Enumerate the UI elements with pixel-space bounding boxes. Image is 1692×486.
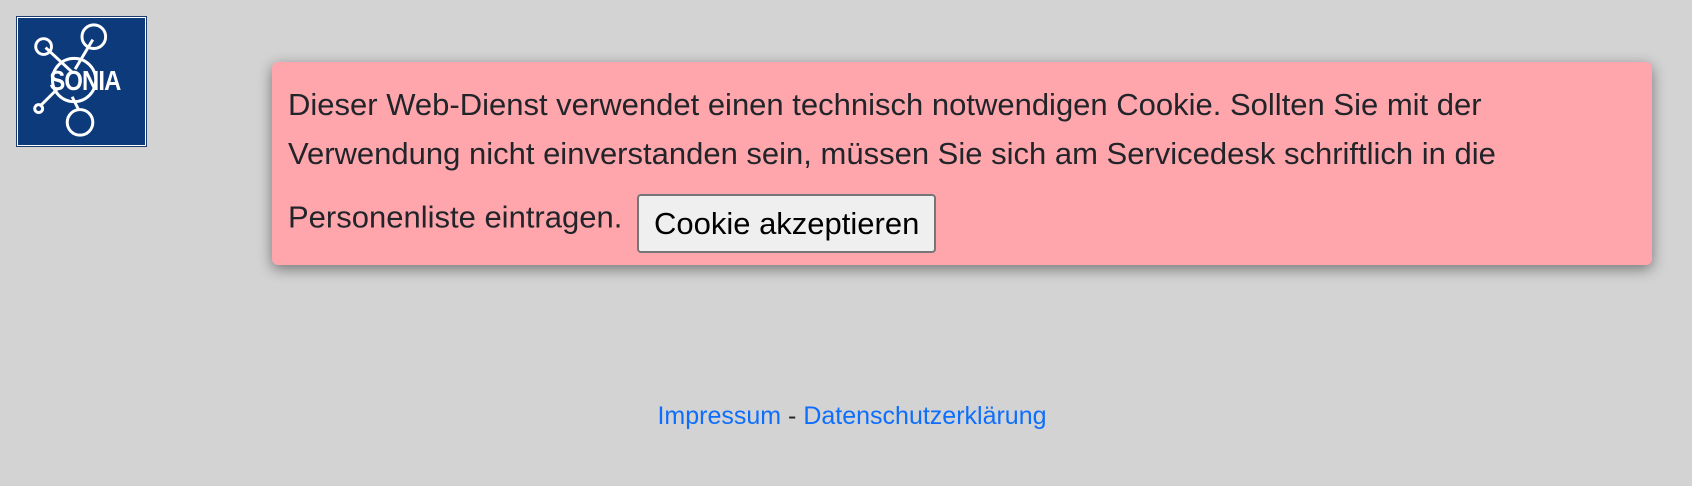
cookie-banner: Dieser Web-Dienst verwendet einen techni… bbox=[272, 62, 1652, 265]
logo-text: SONIA bbox=[49, 65, 121, 96]
impressum-link[interactable]: Impressum bbox=[657, 402, 781, 430]
privacy-policy-link[interactable]: Datenschutzerklärung bbox=[803, 402, 1046, 430]
footer-separator: - bbox=[788, 402, 797, 430]
footer-links: Impressum - Datenschutzerklärung bbox=[657, 402, 1046, 431]
sonia-logo: SONIA bbox=[16, 16, 147, 147]
accept-cookie-button[interactable]: Cookie akzeptieren bbox=[636, 194, 937, 253]
footer: Impressum - Datenschutzerklärung bbox=[0, 402, 1692, 431]
